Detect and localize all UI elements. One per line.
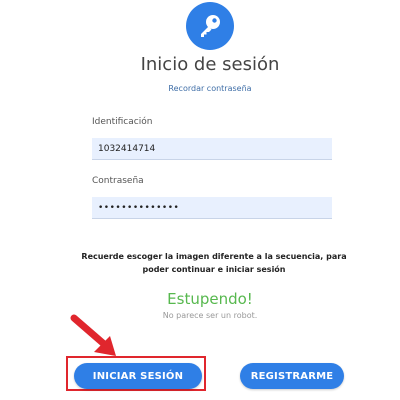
key-icon	[201, 15, 220, 37]
register-button[interactable]: REGISTRARME	[240, 363, 344, 389]
app-logo	[186, 2, 234, 50]
recover-password-link[interactable]: Recordar contraseña	[0, 84, 400, 93]
password-label: Contraseña	[92, 176, 144, 186]
page-title: Inicio de sesión	[140, 54, 280, 75]
id-field[interactable]: 1032414714	[92, 138, 332, 160]
login-button[interactable]: INICIAR SESIÓN	[74, 363, 202, 389]
red-arrow-icon	[70, 314, 116, 356]
captcha-success-message: Estupendo!	[167, 290, 253, 308]
captcha-instruction: Recuerde escoger la imagen diferente a l…	[81, 252, 347, 274]
captcha-robot-message: No parece ser un robot.	[162, 311, 258, 320]
password-field[interactable]: ••••••••••••••	[92, 197, 332, 219]
id-label: Identificación	[92, 117, 153, 127]
